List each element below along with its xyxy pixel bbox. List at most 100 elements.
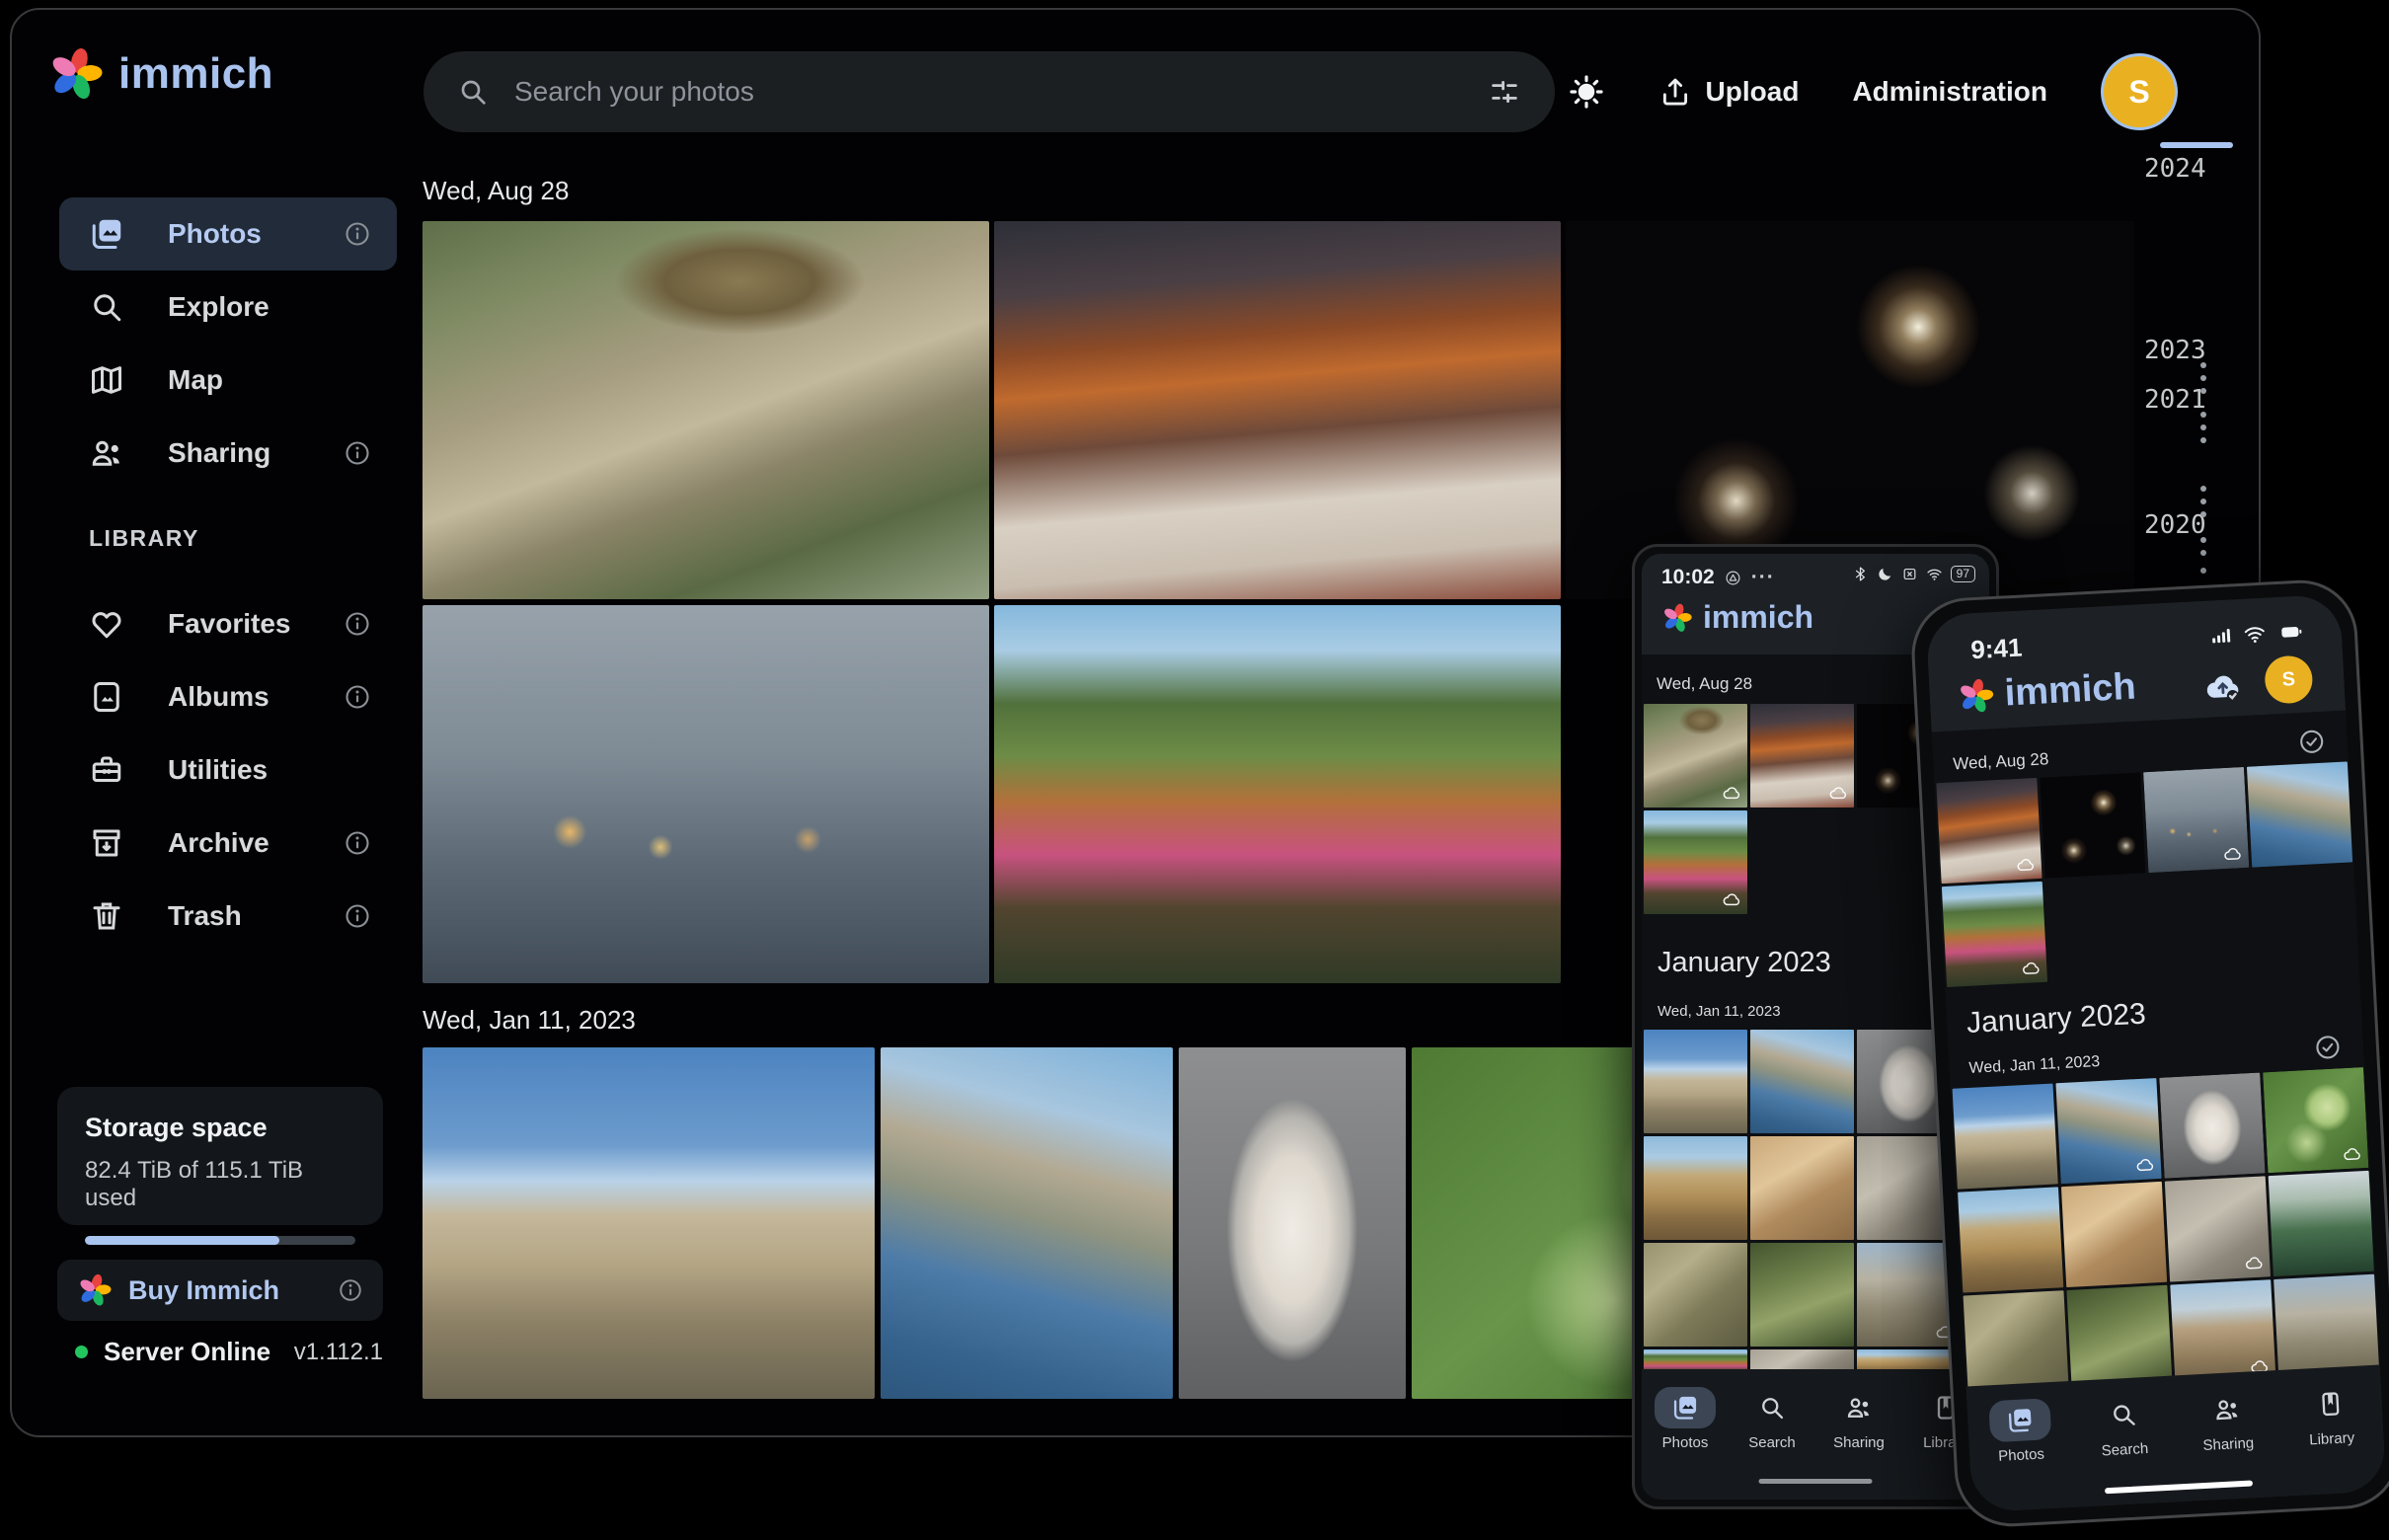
brand-name: immich <box>1703 599 1813 636</box>
moon-icon <box>1877 566 1893 582</box>
photo-coastal-town[interactable] <box>881 1047 1173 1399</box>
storage-card: Storage space 82.4 TiB of 115.1 TiB used <box>57 1087 383 1225</box>
sidebar-item-archive[interactable]: Archive <box>59 807 397 880</box>
photo-autumn-park[interactable] <box>994 605 1561 983</box>
nav-label: Search <box>2101 1440 2148 1459</box>
photo-thumbnail[interactable] <box>1644 1030 1747 1133</box>
user-avatar[interactable]: S <box>2101 53 2178 130</box>
timeline-dot <box>2200 511 2206 517</box>
phone-header: 9:41 immich S <box>1925 594 2346 732</box>
photo-thumbnail[interactable] <box>1644 1136 1747 1240</box>
status-time: 10:02 <box>1661 566 1715 589</box>
cloud-sync-icon[interactable] <box>2201 664 2245 708</box>
check-circle-icon[interactable] <box>2297 728 2326 756</box>
photo-thumbnail[interactable] <box>2269 1171 2374 1276</box>
filter-sliders-icon[interactable] <box>1488 75 1521 109</box>
sidebar-item-map[interactable]: Map <box>59 344 397 417</box>
photo-thumbnail[interactable] <box>2066 1285 2172 1391</box>
nav-photos[interactable]: Photos <box>1966 1397 2076 1512</box>
photos-icon <box>2005 1406 2034 1434</box>
photo-thumbnail[interactable] <box>1644 704 1747 808</box>
photo-thumbnail[interactable] <box>2159 1073 2265 1179</box>
search-icon <box>1758 1394 1786 1422</box>
immich-logo-icon <box>1957 676 1996 716</box>
home-indicator[interactable] <box>1759 1479 1873 1484</box>
timeline-year[interactable]: 2024 <box>2144 154 2206 184</box>
photo-thumbnail[interactable] <box>1750 1030 1854 1133</box>
photo-fortress[interactable] <box>423 1047 875 1399</box>
server-status-label: Server Online <box>104 1337 294 1367</box>
buy-immich-button[interactable]: Buy Immich <box>57 1260 383 1321</box>
storage-progress <box>85 1236 355 1245</box>
photo-holding-hands[interactable] <box>423 605 989 983</box>
nav-photos[interactable]: Photos <box>1642 1387 1729 1500</box>
photos-icon <box>89 216 124 252</box>
sidebar-item-explore[interactable]: Explore <box>59 270 397 344</box>
photo-thumbnail[interactable] <box>1750 704 1854 808</box>
photo-thumbnail[interactable] <box>1964 1290 2069 1396</box>
sidebar-item-label: Favorites <box>168 608 344 640</box>
sidebar-item-photos[interactable]: Photos <box>59 197 397 270</box>
photo-thumbnail[interactable] <box>1936 778 2042 884</box>
photo-thumbnail[interactable] <box>1958 1187 2063 1292</box>
sidebar-item-utilities[interactable]: Utilities <box>59 733 397 807</box>
upload-button[interactable]: Upload <box>1658 75 1800 109</box>
timeline-dot <box>2200 486 2206 492</box>
nav-label: Library <box>2309 1429 2355 1448</box>
photo-thumbnail[interactable] <box>2040 772 2145 878</box>
timeline-scrubber-handle[interactable] <box>2160 142 2233 148</box>
photo-thumbnail[interactable] <box>2247 761 2352 867</box>
photo-thumbnail[interactable] <box>2165 1176 2271 1281</box>
nav-library[interactable]: Library <box>2277 1381 2387 1497</box>
wifi-icon <box>2242 622 2267 647</box>
photo-thumbnail[interactable] <box>2061 1182 2167 1287</box>
info-icon[interactable] <box>344 829 371 857</box>
sidebar-item-albums[interactable]: Albums <box>59 660 397 733</box>
info-icon[interactable] <box>344 439 371 467</box>
info-icon[interactable] <box>344 220 371 248</box>
photo-thumbnail[interactable] <box>2263 1067 2368 1173</box>
photo-thumbnail[interactable] <box>1942 882 2047 987</box>
sidebar-item-trash[interactable]: Trash <box>59 880 397 953</box>
sidebar-item-sharing[interactable]: Sharing <box>59 417 397 490</box>
photo-thumbnail[interactable] <box>2055 1078 2161 1184</box>
album-icon <box>89 679 124 715</box>
administration-link[interactable]: Administration <box>1852 76 2047 108</box>
theme-toggle-sun-icon[interactable] <box>1568 73 1605 111</box>
info-icon[interactable] <box>344 610 371 638</box>
photo-thumbnail[interactable] <box>2143 767 2249 873</box>
photo-fireworks[interactable] <box>1566 221 2134 599</box>
upload-icon <box>1658 75 1692 109</box>
photo-thumbnail[interactable] <box>1644 1243 1747 1347</box>
photo-zoo-monkeys[interactable] <box>423 221 989 599</box>
sidebar-item-favorites[interactable]: Favorites <box>59 587 397 660</box>
app-logo[interactable]: immich <box>47 45 273 103</box>
sidebar-item-label: Trash <box>168 900 344 932</box>
month-header: January 2023 <box>1965 998 2146 1040</box>
timeline-year[interactable]: 2021 <box>2144 385 2206 415</box>
cloud-icon <box>2015 854 2036 875</box>
photo-thumbnail[interactable] <box>1953 1084 2058 1190</box>
timeline-year[interactable]: 2020 <box>2144 510 2206 540</box>
photo-thumbnail[interactable] <box>1750 1243 1854 1347</box>
timeline-dot <box>2200 388 2206 394</box>
photo-marble-bust[interactable] <box>1179 1047 1406 1399</box>
date-header: Wed, Jan 11, 2023 <box>1657 1003 1781 1020</box>
photo-thumbnail[interactable] <box>1644 810 1747 914</box>
info-icon[interactable] <box>338 1277 363 1303</box>
user-avatar[interactable]: S <box>2264 654 2313 704</box>
photo-thumbnail[interactable] <box>2170 1279 2275 1385</box>
check-circle-icon[interactable] <box>2313 1033 2342 1061</box>
search-input[interactable]: Search your photos <box>424 51 1555 132</box>
info-icon[interactable] <box>344 902 371 930</box>
server-status: Server Online v1.112.1 <box>75 1337 383 1367</box>
sidebar-item-label: Archive <box>168 827 344 859</box>
info-icon[interactable] <box>344 683 371 711</box>
photo-thumbnail[interactable] <box>2273 1274 2379 1380</box>
status-time: 9:41 <box>1970 633 2024 666</box>
timeline-year[interactable]: 2023 <box>2144 336 2206 365</box>
photo-dinner-table[interactable] <box>994 221 1561 599</box>
warning-icon <box>1725 570 1741 586</box>
photo-thumbnail[interactable] <box>1750 1136 1854 1240</box>
sidebar-item-label: Map <box>168 364 371 396</box>
